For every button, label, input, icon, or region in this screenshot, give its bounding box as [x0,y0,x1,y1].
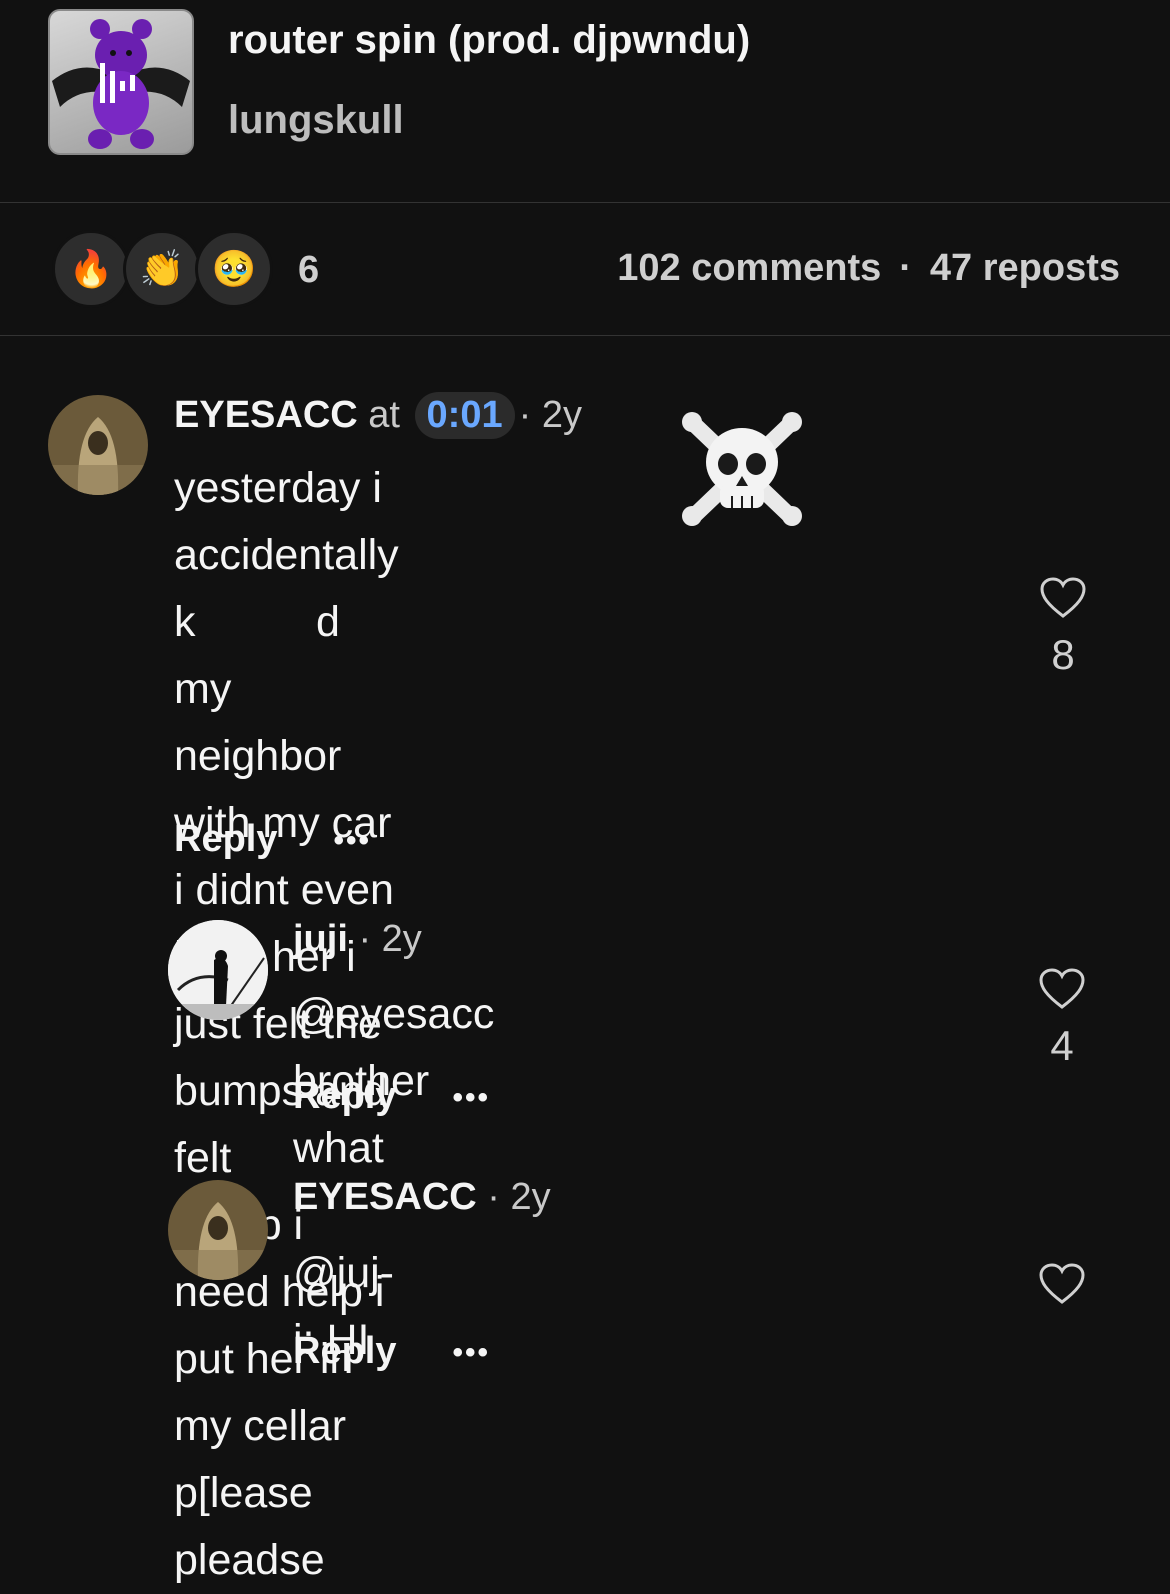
avatar[interactable] [168,920,268,1020]
comment-meta: juji · 2y [293,918,422,961]
track-artist[interactable]: lungskull [228,98,404,143]
like-control [1032,1262,1092,1311]
comment-meta: EYESACC at 0:01 · 2y [174,392,582,439]
comment-actions: Reply ••• [174,818,371,861]
more-options-icon[interactable]: ••• [452,1336,490,1369]
reposts-count[interactable]: 47 reposts [930,247,1120,289]
comment-age: · 2y [518,394,582,436]
comment-actions: Reply ••• [293,1075,490,1118]
engagement-row: 🔥 👏 🥹 6 102 comments · 47 reposts [0,203,1170,335]
heart-icon[interactable] [1038,967,1086,1011]
like-count: 4 [1050,1022,1074,1069]
track-title[interactable]: router spin (prod. djpwndu) [228,18,750,63]
clapping-hands-emoji-icon[interactable]: 👏 [123,230,201,308]
divider [0,335,1170,336]
pleading-face-emoji-icon[interactable]: 🥹 [195,230,273,308]
stats-summary: 102 comments · 47 reposts [617,247,1120,290]
hooded-figure-avatar-icon [168,1180,268,1280]
comment-meta: EYESACC · 2y [293,1176,551,1219]
comment-username[interactable]: EYESACC [174,394,358,436]
hooded-figure-avatar-icon [48,395,148,495]
comment-text-line: p[lease pleadse [174,1469,325,1584]
comment-actions: Reply ••• [293,1330,490,1373]
comment-age: · 2y [487,1176,551,1218]
reply-button[interactable]: Reply [293,1330,396,1372]
comments-count[interactable]: 102 comments [617,247,881,289]
skull-and-crossbones-icon [682,412,802,526]
reaper-figure-avatar-icon [168,920,268,1020]
heart-icon[interactable] [1038,1262,1086,1306]
fire-emoji-icon[interactable]: 🔥 [52,230,130,308]
reply-button[interactable]: Reply [174,818,277,860]
like-control: 4 [1032,967,1092,1070]
reaction-count[interactable]: 6 [298,249,319,292]
track-cover-art[interactable] [48,9,194,155]
reply-button[interactable]: Reply [293,1075,396,1117]
more-options-icon[interactable]: ••• [452,1081,490,1114]
more-options-icon[interactable]: ••• [333,824,371,857]
comment-username[interactable]: juji [293,918,348,960]
like-count: 8 [1051,631,1075,678]
like-control: 8 [1033,576,1093,679]
waveform-logo-icon [100,63,135,103]
comment-username[interactable]: EYESACC [293,1176,477,1218]
track-header: router spin (prod. djpwndu) lungskull [0,0,1170,202]
comment-age: · 2y [358,918,422,960]
separator-dot: · [899,247,912,289]
heart-icon[interactable] [1039,576,1087,620]
avatar[interactable] [48,395,148,495]
at-label: at [368,394,400,436]
comment-text-line: yesterday i accidentally k d my [174,464,399,713]
avatar[interactable] [168,1180,268,1280]
timestamp-chip[interactable]: 0:01 [414,392,515,439]
